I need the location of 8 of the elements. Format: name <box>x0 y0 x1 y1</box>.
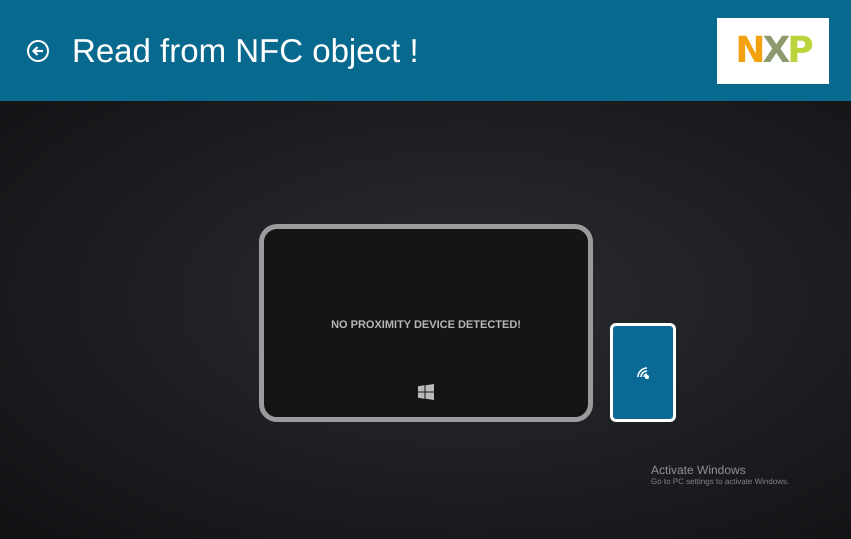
activation-subtitle: Go to PC settings to activate Windows. <box>651 477 790 486</box>
logo: NXP <box>717 18 829 84</box>
nfc-signal-icon <box>635 364 651 380</box>
page-title: Read from NFC object ! <box>72 32 420 70</box>
activation-title: Activate Windows <box>651 463 747 477</box>
back-icon[interactable] <box>26 38 50 62</box>
status-message: NO PROXIMITY DEVICE DETECTED! <box>331 319 521 331</box>
windows-logo-icon <box>418 384 434 400</box>
